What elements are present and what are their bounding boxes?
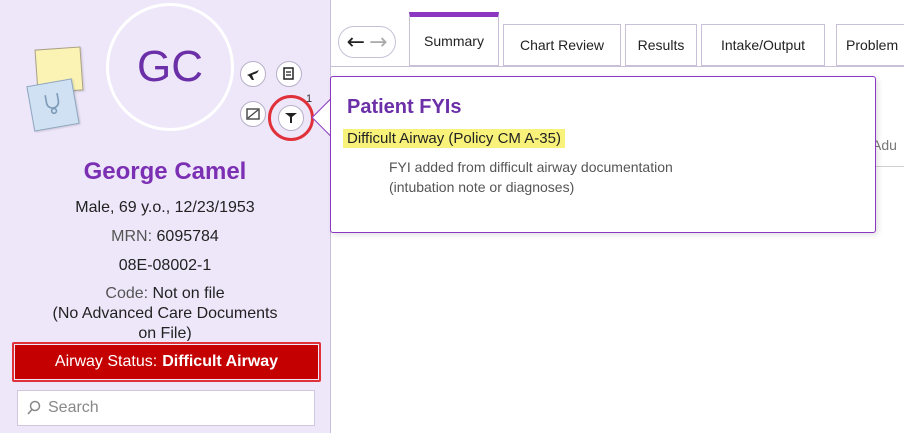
stethoscope-note-icon[interactable] bbox=[26, 78, 80, 132]
tab-problem-list[interactable]: Problem bbox=[836, 24, 904, 66]
travel-icon[interactable] bbox=[240, 61, 266, 87]
forward-arrow-icon[interactable]: → bbox=[369, 30, 387, 55]
fyi-desc-line1: FYI added from difficult airway document… bbox=[389, 159, 673, 175]
back-arrow-icon[interactable]: ← bbox=[347, 30, 365, 55]
avatar-initials: GC bbox=[137, 42, 203, 91]
code-value: Not on file bbox=[152, 285, 225, 302]
search-input[interactable]: Search bbox=[17, 390, 315, 426]
device-icon[interactable] bbox=[240, 101, 266, 127]
patient-mrn: MRN: 6095784 bbox=[0, 228, 330, 246]
encounter-id: 08E-08002-1 bbox=[118, 257, 212, 274]
tab-intake-output[interactable]: Intake/Output bbox=[701, 24, 825, 66]
tab-chart-review[interactable]: Chart Review bbox=[503, 24, 621, 66]
mrn-label: MRN: bbox=[111, 228, 153, 245]
acp-note-line2: on File) bbox=[138, 325, 192, 341]
search-placeholder: Search bbox=[48, 399, 99, 416]
code-label: Code: bbox=[105, 285, 149, 302]
fyi-item-description: FYI added from difficult airway document… bbox=[389, 157, 809, 197]
fyi-popup: Patient FYIs Difficult Airway (Policy CM… bbox=[330, 76, 876, 233]
airway-status-banner[interactable]: Airway Status: Difficult Airway bbox=[15, 345, 318, 379]
mrn-value: 6095784 bbox=[156, 228, 219, 245]
patient-sidebar: GC 1 George Camel Male, 69 y.o., 12/23/1… bbox=[0, 0, 331, 433]
fyi-count-badge: 1 bbox=[306, 93, 313, 105]
fyi-item-title[interactable]: Difficult Airway (Policy CM A-35) bbox=[343, 129, 565, 148]
airway-status-value: Difficult Airway bbox=[162, 353, 279, 370]
tab-bar-divider bbox=[330, 66, 904, 67]
airway-status-label: Airway Status: bbox=[54, 353, 158, 370]
fyi-desc-line2: (intubation note or diagnoses) bbox=[389, 179, 575, 195]
history-nav[interactable]: ← → bbox=[338, 26, 396, 58]
fyi-popup-title: Patient FYIs bbox=[347, 96, 462, 118]
patient-demographics: Male, 69 y.o., 12/23/1953 bbox=[75, 199, 255, 216]
search-icon bbox=[27, 400, 41, 415]
tab-summary[interactable]: Summary bbox=[409, 12, 499, 66]
code-status[interactable]: Code: Not on file bbox=[0, 285, 330, 303]
avatar[interactable]: GC bbox=[106, 3, 234, 131]
print-icon[interactable] bbox=[276, 61, 302, 87]
acp-note-line1: (No Advanced Care Documents bbox=[52, 305, 278, 322]
tab-results[interactable]: Results bbox=[625, 24, 697, 66]
patient-name[interactable]: George Camel bbox=[0, 158, 330, 186]
